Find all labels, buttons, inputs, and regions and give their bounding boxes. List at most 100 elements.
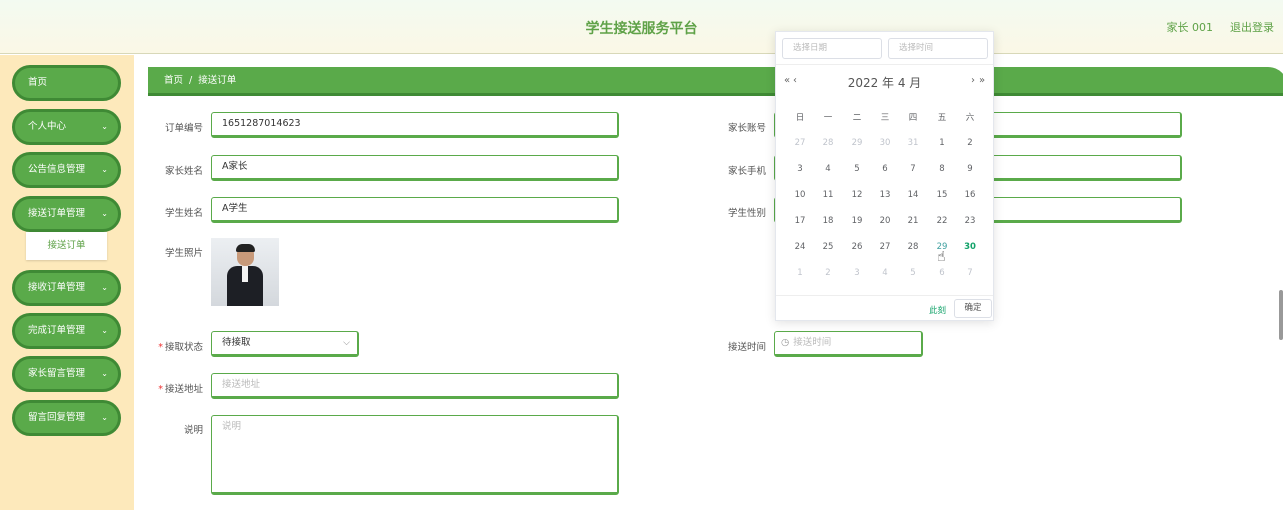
calendar-day[interactable]: 18 (816, 216, 840, 226)
calendar-day[interactable]: 25 (816, 242, 840, 252)
weekday-header: 一 (823, 113, 833, 123)
calendar-day[interactable]: 4 (816, 164, 840, 174)
calendar-day[interactable]: 16 (958, 190, 982, 200)
parent-phone-label: 家长手机 (727, 166, 766, 177)
calendar-day[interactable]: 20 (873, 216, 897, 226)
confirm-button[interactable]: 确定 (954, 299, 992, 318)
status-select[interactable]: 待接取 ⌵ (211, 331, 359, 357)
sidebar-item-home[interactable]: 首页 (12, 65, 121, 101)
parent-account-label: 家长账号 (727, 123, 766, 134)
sidebar-item-pickup-order-management[interactable]: 接送订单管理 ⌄ (12, 196, 121, 232)
weekday-header: 五 (937, 113, 947, 123)
sidebar-item-personal-center[interactable]: 个人中心 ⌄ (12, 109, 121, 145)
calendar-day[interactable]: 3 (845, 268, 869, 278)
student-name-label: 学生姓名 (164, 208, 203, 219)
order-no-label: 订单编号 (164, 123, 203, 134)
weekday-header: 日 (795, 113, 805, 123)
calendar-day[interactable]: 2 (816, 268, 840, 278)
sidebar-item-parent-message-management[interactable]: 家长留言管理 ⌄ (12, 356, 121, 392)
sidebar-item-label: 留言回复管理 (28, 412, 86, 423)
calendar-day[interactable]: 17 (788, 216, 812, 226)
calendar-day[interactable]: 7 (901, 164, 925, 174)
pickup-time-placeholder: 接送时间 (793, 337, 832, 348)
pickup-time-label: 接送时间 (727, 342, 766, 353)
sidebar-item-label: 公告信息管理 (28, 164, 86, 175)
calendar-day[interactable]: 24 (788, 242, 812, 252)
time-input[interactable]: 选择时间 (888, 38, 988, 59)
calendar-day[interactable]: 7 (958, 268, 982, 278)
next-year-icon[interactable]: » (979, 75, 985, 86)
calendar-day[interactable]: 9 (958, 164, 982, 174)
logout-link[interactable]: 退出登录 (1230, 19, 1274, 35)
picker-year-month: 2022 年 4 月 (847, 76, 922, 90)
sidebar-item-label: 个人中心 (28, 121, 67, 132)
calendar-day[interactable]: 1 (788, 268, 812, 278)
student-gender-label: 学生性别 (727, 208, 766, 219)
calendar-day[interactable]: 27 (873, 242, 897, 252)
calendar-day[interactable]: 30 (958, 242, 982, 252)
now-button[interactable]: 此刻 (929, 304, 946, 316)
calendar-day[interactable]: 23 (958, 216, 982, 226)
sidebar-item-label: 完成订单管理 (28, 325, 86, 336)
scrollbar[interactable] (1279, 290, 1283, 340)
chevron-down-icon: ⌄ (101, 326, 108, 335)
calendar-day[interactable]: 30 (873, 138, 897, 148)
sidebar-subitem-pickup-orders[interactable]: 接送订单 (26, 232, 107, 260)
order-no-input[interactable]: 1651287014623 (211, 112, 619, 138)
calendar-day[interactable]: 5 (845, 164, 869, 174)
calendar-day[interactable]: 4 (873, 268, 897, 278)
required-mark: * (158, 384, 163, 395)
sidebar-item-reply-management[interactable]: 留言回复管理 ⌄ (12, 400, 121, 436)
calendar-day[interactable]: 1 (930, 138, 954, 148)
calendar-day[interactable]: 31 (901, 138, 925, 148)
calendar-day[interactable]: 19 (845, 216, 869, 226)
chevron-down-icon: ⌄ (101, 413, 108, 422)
parent-name-input[interactable]: A家长 (211, 155, 619, 181)
student-photo-label: 学生照片 (164, 248, 203, 259)
clock-icon: ◷ (781, 337, 790, 348)
sidebar-item-completed-order-management[interactable]: 完成订单管理 ⌄ (12, 313, 121, 349)
sidebar-item-label: 家长留言管理 (28, 368, 86, 379)
weekday-header: 六 (965, 113, 975, 123)
breadcrumb-current: 接送订单 (198, 75, 237, 86)
weekday-header: 二 (852, 113, 862, 123)
student-name-input[interactable]: A学生 (211, 197, 619, 223)
sidebar-item-received-order-management[interactable]: 接收订单管理 ⌄ (12, 270, 121, 306)
calendar-day[interactable]: 6 (873, 164, 897, 174)
hand-cursor-icon: ☝ (937, 249, 946, 265)
address-label: 接送地址 (164, 384, 203, 395)
prev-month-icon[interactable]: ‹ (793, 75, 797, 86)
calendar-day[interactable]: 28 (816, 138, 840, 148)
chevron-down-icon: ⌄ (101, 122, 108, 131)
calendar-day[interactable]: 28 (901, 242, 925, 252)
calendar-day[interactable]: 2 (958, 138, 982, 148)
weekday-header: 三 (880, 113, 890, 123)
calendar-day[interactable]: 26 (845, 242, 869, 252)
date-input[interactable]: 选择日期 (782, 38, 882, 59)
calendar-day[interactable]: 11 (816, 190, 840, 200)
calendar-day[interactable]: 15 (930, 190, 954, 200)
breadcrumb-home[interactable]: 首页 (164, 75, 183, 86)
address-input[interactable]: 接送地址 (211, 373, 619, 399)
next-month-icon[interactable]: › (971, 75, 975, 86)
datetime-picker: 选择日期 选择时间 2022 年 4 月 « ‹ › » 日一二三四五六 27 28… (775, 31, 994, 321)
calendar-day[interactable]: 3 (788, 164, 812, 174)
calendar-day[interactable]: 29 (845, 138, 869, 148)
sidebar-item-notice-management[interactable]: 公告信息管理 ⌄ (12, 152, 121, 188)
calendar-day[interactable]: 13 (873, 190, 897, 200)
prev-year-icon[interactable]: « (784, 75, 790, 86)
calendar-day[interactable]: 12 (845, 190, 869, 200)
note-textarea[interactable]: 说明 (211, 415, 619, 495)
calendar-day[interactable]: 6 (930, 268, 954, 278)
calendar-day[interactable]: 8 (930, 164, 954, 174)
calendar-day[interactable]: 27 (788, 138, 812, 148)
calendar-day[interactable]: 5 (901, 268, 925, 278)
pickup-time-input[interactable]: ◷ 接送时间 (774, 331, 923, 357)
calendar-day[interactable]: 21 (901, 216, 925, 226)
calendar-day[interactable]: 22 (930, 216, 954, 226)
chevron-down-icon: ⌵ (343, 338, 350, 348)
chevron-down-icon: ⌄ (101, 165, 108, 174)
calendar-day[interactable]: 10 (788, 190, 812, 200)
app-title: 学生接送服务平台 (585, 21, 698, 37)
calendar-day[interactable]: 14 (901, 190, 925, 200)
